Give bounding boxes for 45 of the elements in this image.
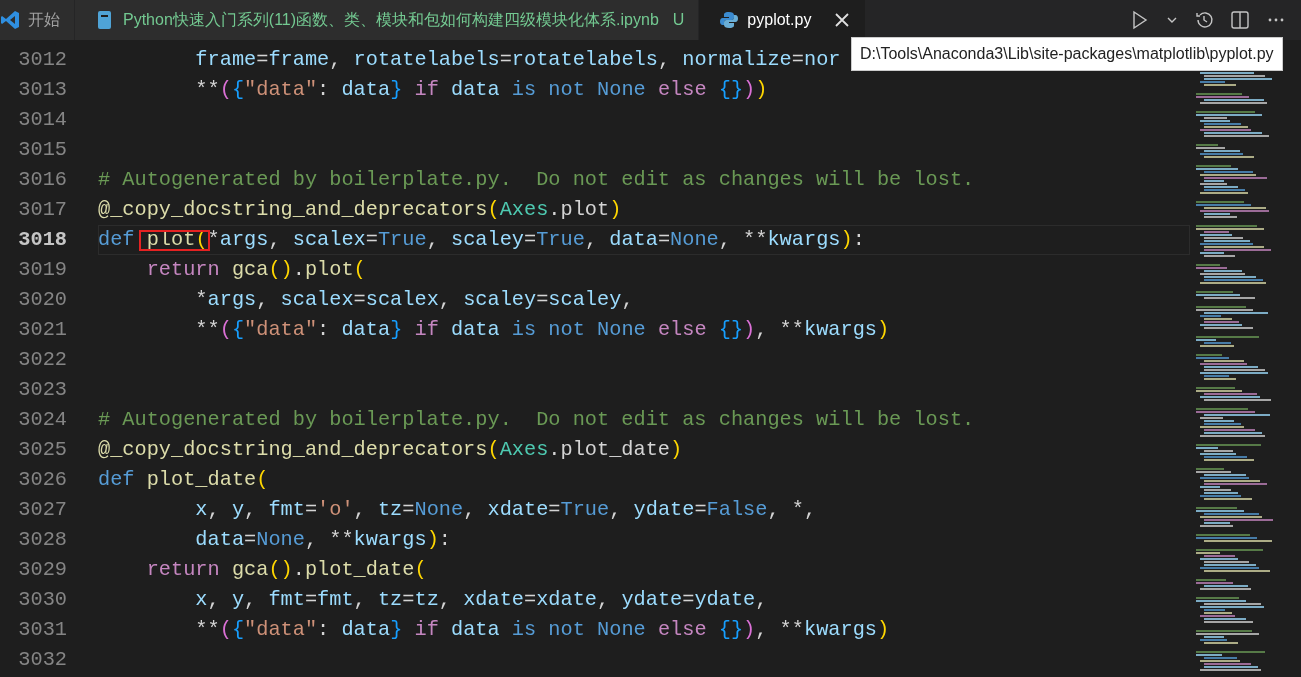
line-number: 3029 [17, 557, 67, 583]
code-line: x, y, fmt=fmt, tz=tz, xdate=xdate, ydate=ydate, [194, 588, 768, 611]
line-number: 3017 [17, 197, 67, 223]
code-line: # Autogenerated by boilerplate.py. Do not edit as changes will be lost. [98, 168, 975, 191]
line-number: 3014 [17, 107, 67, 133]
line-number: 3020 [17, 287, 67, 313]
line-number: 3022 [17, 347, 67, 373]
split-editor-icon[interactable] [1230, 10, 1250, 30]
line-number: 3024 [17, 407, 67, 433]
code-line: @_copy_docstring_and_deprecators(Axes.plot_date) [98, 438, 683, 461]
code-line: frame=frame, rotatelabels=rotatelabels, normalize=nor [194, 48, 841, 71]
path-tooltip: D:\Tools\Anaconda3\Lib\site-packages\matplotlib\pyplot.py [851, 37, 1283, 71]
line-number: 3031 [17, 617, 67, 643]
code-line: return gca().plot( [145, 258, 366, 281]
line-number: 3021 [17, 317, 67, 343]
code-line: x, y, fmt='o', tz=None, xdate=True, ydate=False, *, [194, 498, 817, 521]
line-number: 3013 [17, 77, 67, 103]
line-number: 3012 [17, 47, 67, 73]
code-logo-icon [0, 10, 20, 30]
line-number: 3030 [17, 587, 67, 613]
line-number: 3018 [17, 227, 67, 253]
code-line: @_copy_docstring_and_deprecators(Axes.plot) [98, 198, 622, 221]
code-line: data=None, **kwargs): [194, 528, 451, 551]
code-line: return gca().plot_date( [145, 558, 427, 581]
close-icon[interactable] [833, 11, 852, 29]
line-number: 3015 [17, 137, 67, 163]
code-line: *args, scalex=scalex, scaley=scaley, [194, 288, 634, 311]
line-number: 3023 [17, 377, 67, 403]
code-line: # Autogenerated by boilerplate.py. Do not edit as changes will be lost. [98, 408, 975, 431]
history-icon[interactable] [1194, 10, 1214, 30]
editor-tab[interactable]: Python快速入门系列(11)函数、类、模块和包如何构建四级模块化体系.ipynb U [75, 0, 700, 40]
code-line: **({"data": data} if data is not None else {}), **kwargs) [194, 618, 890, 641]
line-number: 3016 [17, 167, 67, 193]
editor-tab[interactable]: 开始 [0, 0, 75, 40]
python-file-icon [719, 10, 740, 30]
line-number: 3027 [17, 497, 67, 523]
editor-tab[interactable]: pyplot.py [699, 0, 867, 40]
line-number: 3019 [17, 257, 67, 283]
line-number: 3032 [17, 647, 67, 673]
code-line: def plot_date( [98, 468, 269, 491]
line-number: 3025 [17, 437, 67, 463]
line-number: 3028 [17, 527, 67, 553]
code-line: **({"data": data} if data is not None else {}), **kwargs) [194, 318, 890, 341]
code-line: **({"data": data} if data is not None else {})) [194, 78, 768, 101]
line-number: 3026 [17, 467, 67, 493]
